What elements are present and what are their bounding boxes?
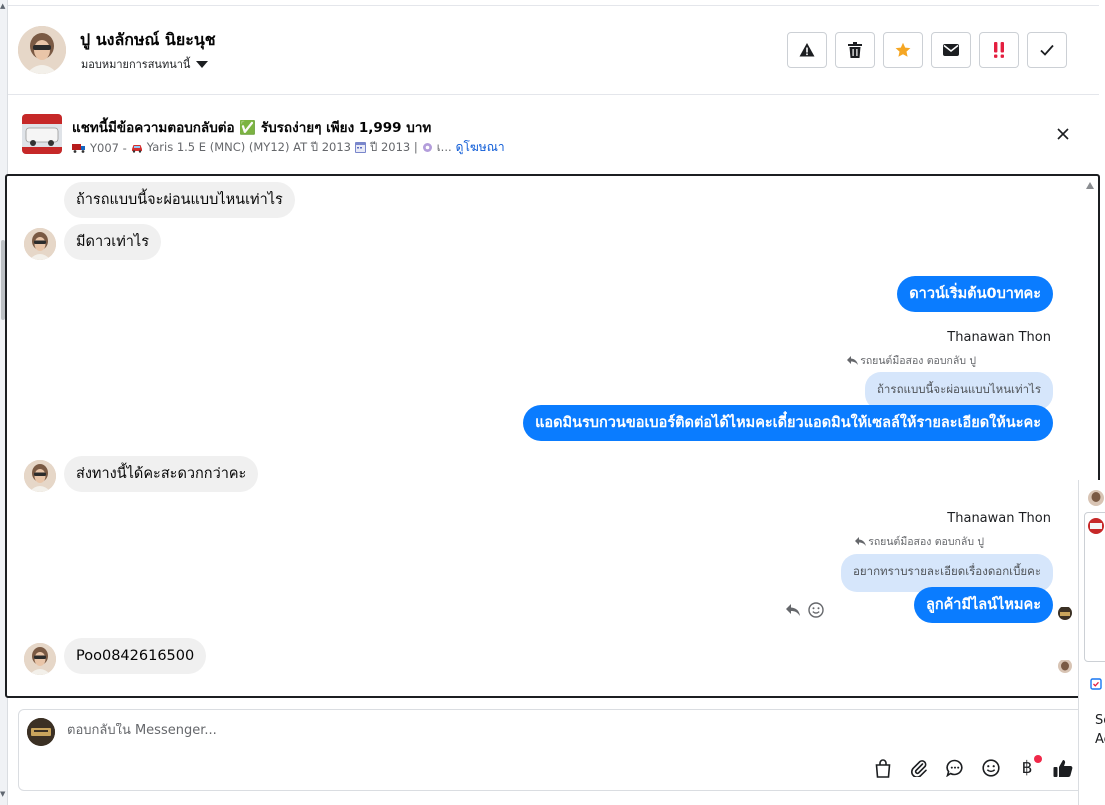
seen-by-contact-avatar: [1058, 659, 1072, 673]
contact-name: ปู นงลักษณ์ นิยะนุช: [80, 30, 216, 49]
reply-context-text: รถยนต์มือสอง ตอบกลับ ปู: [868, 536, 984, 548]
assign-conversation-dropdown[interactable]: มอบหมายการสนทนานี้: [81, 55, 209, 73]
contact-avatar-small: [24, 643, 56, 675]
incoming-message[interactable]: ส่งทางนี้ได้คะสะดวกกว่าคะ: [64, 456, 259, 492]
ad-title: แชทนี้มีข้อความตอบกลับต่อ ✅ รับรถง่ายๆ เ…: [72, 120, 432, 136]
notification-dot: [1034, 755, 1042, 763]
truck-icon: [72, 143, 85, 153]
conversation-header: ปู นงลักษณ์ นิยะนุช มอบหมายการสนทนานี้: [8, 6, 1099, 95]
composer-toolbar: ฿: [871, 755, 1075, 780]
react-emoji-icon[interactable]: [808, 602, 824, 618]
report-spam-button[interactable]: [787, 32, 827, 68]
right-panel-text-a: Sc: [1095, 713, 1105, 728]
ad-context-banner: แชทนี้มีข้อความตอบกลับต่อ ✅ รับรถง่ายๆ เ…: [8, 96, 1099, 174]
scroll-up-arrow-icon[interactable]: ▲: [0, 2, 5, 10]
reply-input[interactable]: [67, 723, 967, 738]
close-icon: [1057, 128, 1069, 140]
delete-button[interactable]: [835, 32, 875, 68]
right-panel-card: [1084, 512, 1105, 662]
message-composer: ฿: [18, 709, 1092, 791]
chat-bubble-icon: [946, 759, 963, 777]
paperclip-icon: [910, 760, 927, 777]
car-icon: [131, 144, 142, 153]
outgoing-message[interactable]: แอดมินรบกวนขอเบอร์ติดต่อได้ไหมคะเดี๋ยวแอ…: [523, 405, 1053, 441]
star-button[interactable]: [883, 32, 923, 68]
envelope-icon: [943, 44, 959, 56]
warning-icon: [799, 43, 815, 57]
note-icon: [1090, 678, 1102, 690]
reply-arrow-icon: [847, 356, 859, 365]
right-panel-avatar[interactable]: [1088, 490, 1104, 506]
sender-name: Thanawan Thon: [947, 511, 1051, 526]
ad-thumbnail[interactable]: [22, 114, 62, 154]
outgoing-message[interactable]: ดาวน์เริ่มต้น0บาทคะ: [897, 276, 1053, 312]
attach-button[interactable]: [907, 756, 931, 780]
assign-label: มอบหมายการสนทนานี้: [81, 58, 191, 71]
sender-name: Thanawan Thon: [947, 330, 1051, 345]
trash-icon: [848, 42, 862, 58]
incoming-message[interactable]: มีดาวเท่าไร: [64, 224, 161, 260]
incoming-message[interactable]: ถ้ารถแบบนี้จะผ่อนแบบไหนเท่าไร: [64, 182, 295, 218]
contact-avatar[interactable]: [18, 26, 66, 74]
close-banner-button[interactable]: [1053, 124, 1073, 144]
reply-action-icon[interactable]: [786, 604, 800, 616]
shopping-bag-icon: [875, 758, 891, 778]
right-panel-text-b: Ac: [1095, 732, 1105, 747]
ad-meta-id: Y007 -: [90, 140, 127, 155]
right-side-panel: Sc Ac: [1078, 480, 1105, 805]
conversation-actions: [787, 32, 1067, 68]
exclamation-icon: [994, 42, 1004, 58]
shop-button[interactable]: [871, 756, 895, 780]
inbox-conversation-view: ▲ ▼ ปู นงลักษณ์ นิยะนุช มอบหมายการสนทนาน…: [0, 0, 1105, 805]
check-icon: [1040, 44, 1054, 56]
thread-scroll-up-icon[interactable]: [1086, 182, 1094, 189]
mark-unread-button[interactable]: [931, 32, 971, 68]
view-ad-link[interactable]: ดูโฆษณา: [456, 138, 505, 157]
thumbs-up-icon: [1053, 759, 1073, 777]
gear-icon: [422, 143, 432, 152]
emoji-button[interactable]: [979, 756, 1003, 780]
message-thread[interactable]: ถ้ารถแบบนี้จะผ่อนแบบไหนเท่าไร มีดาวเท่าไ…: [5, 174, 1100, 698]
follow-up-button[interactable]: [979, 32, 1019, 68]
reply-arrow-icon: [855, 537, 867, 546]
incoming-message[interactable]: Poo0842616500: [64, 638, 207, 674]
calendar-icon: [354, 142, 366, 153]
saved-replies-button[interactable]: [943, 756, 967, 780]
ad-meta-year: ปี 2013 |: [369, 139, 418, 154]
baht-icon: ฿: [1021, 758, 1033, 778]
page-avatar: [27, 718, 55, 746]
ad-meta: Y007 - Yaris 1.5 E (MNC) (MY12) AT ปี 20…: [72, 138, 505, 157]
contact-avatar-small: [24, 460, 56, 492]
reply-context: รถยนต์มือสอง ตอบกลับ ปู: [855, 533, 984, 550]
caret-down-icon: [196, 60, 209, 68]
payment-button[interactable]: ฿: [1015, 755, 1042, 780]
emoji-icon: [982, 759, 1000, 777]
seen-by-page-avatar: [1058, 606, 1072, 620]
like-button[interactable]: [1051, 756, 1075, 780]
outgoing-message[interactable]: ลูกค้ามีไลน์ไหมคะ: [913, 587, 1053, 623]
star-icon: [895, 42, 911, 57]
ad-meta-model: Yaris 1.5 E (MNC) (MY12) AT ปี 2013: [146, 139, 351, 154]
scroll-down-arrow-icon[interactable]: ▼: [0, 790, 5, 798]
reply-context-text: รถยนต์มือสอง ตอบกลับ ปู: [860, 355, 976, 367]
mark-done-button[interactable]: [1027, 32, 1067, 68]
reply-context: รถยนต์มือสอง ตอบกลับ ปู: [847, 352, 976, 369]
contact-avatar-small: [24, 228, 56, 260]
ad-meta-more: เ...: [436, 139, 452, 154]
